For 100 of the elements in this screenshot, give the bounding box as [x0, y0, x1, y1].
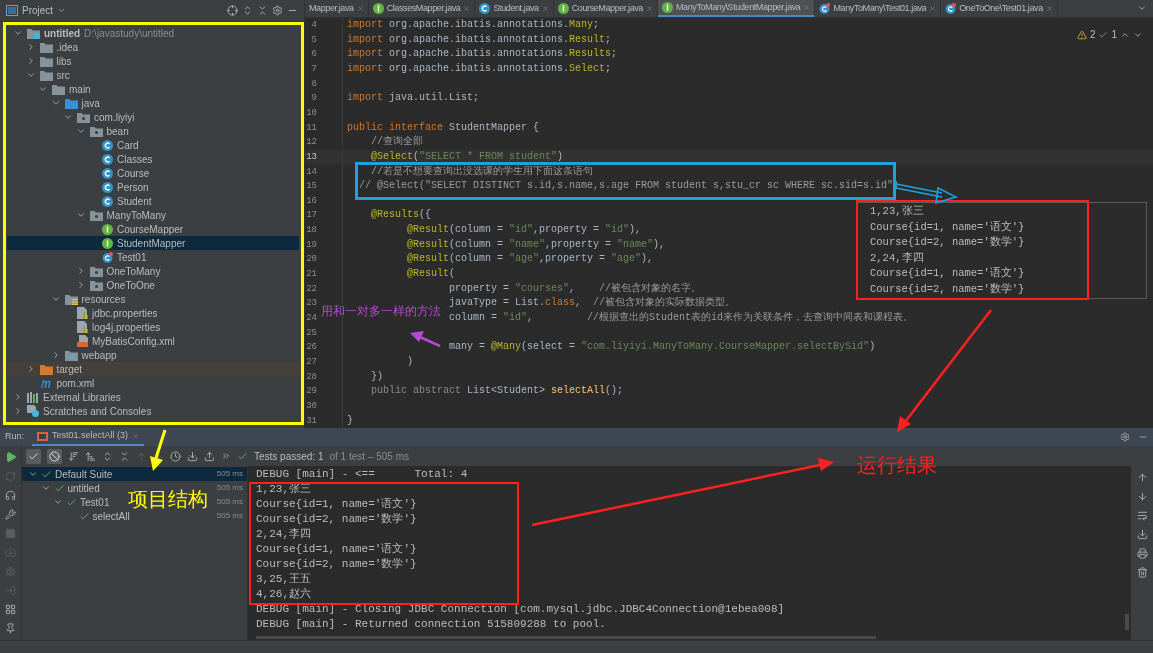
close-icon[interactable]: [463, 4, 471, 12]
tree-item[interactable]: Course: [7, 166, 299, 180]
bug-icon[interactable]: [5, 566, 16, 577]
code-line: import org.apache.ibatis.annotations.Many;: [347, 18, 600, 31]
tree-item[interactable]: ManyToMany: [7, 208, 299, 222]
settings-icon[interactable]: [272, 5, 283, 16]
tab-label: Mapper.java: [309, 1, 354, 15]
line-number: 11: [305, 122, 317, 133]
wrench-icon[interactable]: [5, 509, 16, 520]
tree-item[interactable]: Scratches and Consoles: [7, 404, 299, 418]
expand-all-icon[interactable]: [242, 5, 253, 16]
output-line: 1,23,张三: [870, 204, 924, 219]
pass-count[interactable]: 1: [1111, 27, 1117, 42]
exit-icon[interactable]: [5, 585, 16, 596]
export-icon[interactable]: [204, 450, 215, 462]
collapse-all-icon[interactable]: [119, 450, 130, 462]
collapse-all-icon[interactable]: [257, 5, 268, 16]
previous-icon[interactable]: [136, 450, 147, 462]
line-number: 24: [305, 313, 317, 324]
interface-icon: [662, 1, 673, 13]
test-name: Test01: [80, 495, 110, 510]
show-ignored-toggle[interactable]: [47, 448, 62, 464]
scroll-to-end-icon[interactable]: [1136, 529, 1148, 540]
print-icon[interactable]: [1136, 548, 1148, 559]
close-icon[interactable]: [929, 4, 937, 12]
annotation-label: 项目结构: [128, 487, 208, 512]
package-folder-icon: [89, 209, 103, 221]
stop-icon[interactable]: [5, 528, 16, 539]
more-icon[interactable]: [221, 451, 231, 461]
tree-item[interactable]: target: [7, 362, 299, 376]
tests-detail-text: of 1 test – 505 ms: [329, 449, 409, 464]
check-icon[interactable]: [1098, 29, 1109, 40]
close-icon[interactable]: [356, 4, 364, 12]
tree-item[interactable]: Student: [7, 194, 299, 208]
line-number: 15: [305, 181, 317, 192]
tree-item[interactable]: bean: [7, 124, 299, 138]
console-line: DEBUG [main] - <== Total: 4: [256, 467, 468, 482]
tree-item[interactable]: untitled D:\javastudy\untitled: [7, 26, 299, 40]
close-icon[interactable]: [646, 4, 653, 12]
pin-icon[interactable]: [5, 623, 16, 634]
settings-icon[interactable]: [1120, 432, 1130, 442]
tree-item[interactable]: Classes: [7, 152, 299, 166]
locate-icon[interactable]: [227, 5, 238, 16]
editor-tab[interactable]: OneToOne\Test01.java: [941, 0, 1058, 17]
tree-item[interactable]: OneToOne: [7, 278, 299, 292]
tree-item[interactable]: com.liyiyi: [7, 110, 299, 124]
editor-tab[interactable]: ClassesMapper.java: [368, 0, 476, 17]
editor-tab[interactable]: ManyToMany\Test01.java: [815, 0, 942, 17]
tree-item-label: Scratches and Consoles: [43, 404, 152, 419]
test-tree-item[interactable]: Default Suite 505 ms: [22, 467, 247, 481]
import-icon[interactable]: [187, 450, 198, 462]
history-icon[interactable]: [170, 450, 181, 462]
xml-file-icon: [77, 335, 88, 347]
tree-item[interactable]: Card: [7, 138, 299, 152]
sort-duration-icon[interactable]: [85, 450, 96, 462]
rerun-icon[interactable]: [5, 471, 16, 482]
trash-icon[interactable]: [1136, 567, 1148, 578]
panel-title[interactable]: Project: [22, 3, 54, 18]
tree-item[interactable]: External Libraries: [7, 390, 299, 404]
editor-tab[interactable]: Mapper.java: [305, 0, 369, 17]
tree-item[interactable]: OneToMany: [7, 264, 299, 278]
line-number: 7: [310, 63, 317, 74]
close-icon[interactable]: [132, 432, 140, 440]
tree-item[interactable]: .idea: [7, 40, 299, 54]
output-line: Course{id=1, name='语文'}: [870, 266, 1025, 281]
tree-item[interactable]: jdbc.properties: [7, 306, 299, 320]
close-icon[interactable]: [541, 4, 549, 12]
line-number: 14: [305, 166, 317, 177]
tree-item[interactable]: Person: [7, 180, 299, 194]
tree-item[interactable]: log4j.properties: [7, 320, 299, 334]
tree-item[interactable]: Test01: [7, 250, 299, 264]
expand-all-icon[interactable]: [102, 450, 113, 462]
tree-item[interactable]: java: [7, 96, 299, 110]
tree-item[interactable]: libs: [7, 54, 299, 68]
down-icon[interactable]: [1136, 491, 1148, 502]
run-icon[interactable]: [4, 451, 17, 463]
show-passed-toggle[interactable]: [26, 448, 41, 464]
editor-tab[interactable]: Student.java: [475, 0, 554, 17]
close-icon[interactable]: [1045, 4, 1053, 12]
up-icon[interactable]: [1136, 472, 1148, 483]
sort-icon[interactable]: [68, 450, 79, 462]
wrap-icon[interactable]: [1136, 510, 1148, 521]
line-number: 4: [310, 19, 317, 30]
tree-item[interactable]: webapp: [7, 348, 299, 362]
interface-icon: [372, 2, 384, 14]
tree-item[interactable]: StudentMapper: [7, 236, 299, 250]
close-icon[interactable]: [803, 3, 811, 11]
editor-tab[interactable]: ManyToMany\StudentMapper.java: [658, 0, 816, 17]
tree-item[interactable]: MyBatisConfig.xml: [7, 334, 299, 348]
tree-item[interactable]: src: [7, 68, 299, 82]
editor-tab[interactable]: CourseMapper.java: [553, 0, 658, 17]
warning-count[interactable]: 2: [1089, 27, 1096, 42]
test-class-icon: [819, 2, 831, 14]
warning-icon[interactable]: [1076, 29, 1087, 40]
tree-item[interactable]: resources: [7, 292, 299, 306]
tree-item[interactable]: main: [7, 82, 299, 96]
tree-item[interactable]: CourseMapper: [7, 222, 299, 236]
run-tab[interactable]: Test01.selectAll (3): [32, 428, 145, 446]
layout-icon[interactable]: [5, 604, 16, 615]
tree-item[interactable]: pom.xml: [7, 376, 299, 390]
